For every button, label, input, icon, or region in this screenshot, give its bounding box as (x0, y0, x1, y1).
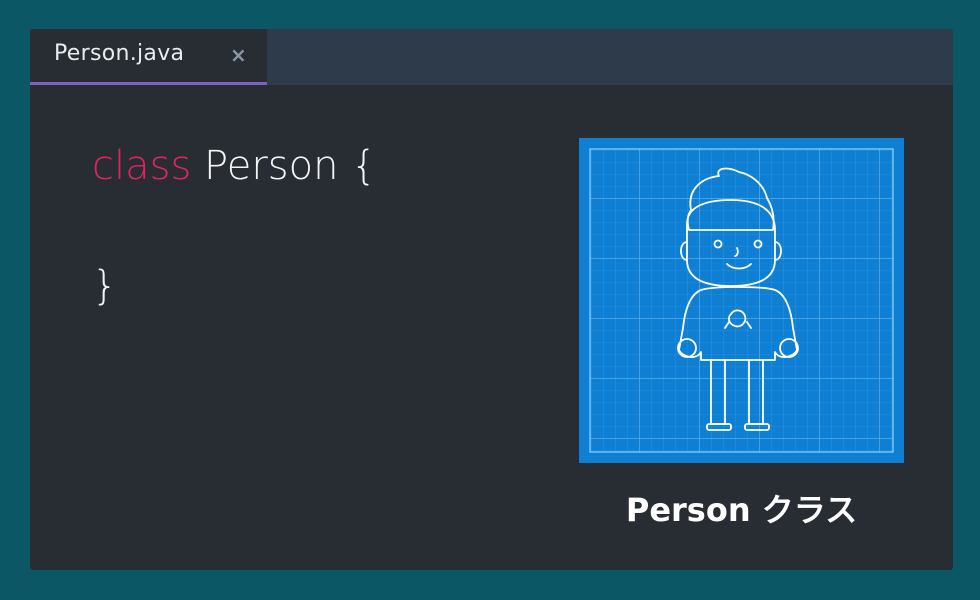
code-class-declaration: Person { (191, 143, 377, 189)
editor-window: Person.java × class Person { } Person クラ… (30, 29, 953, 570)
code-closing-brace: } (92, 263, 118, 309)
tab-label: Person.java (54, 41, 185, 66)
code-keyword: class (92, 143, 192, 189)
code-line-1: class Person { (92, 136, 377, 196)
person-blueprint-icon (579, 138, 904, 463)
code-line-3: } (92, 256, 377, 316)
tab-bar: Person.java × (30, 29, 953, 85)
tab-person-java[interactable]: Person.java × (30, 29, 267, 85)
code-area[interactable]: class Person { } (92, 136, 377, 316)
illustration-caption: Person クラス (625, 491, 858, 529)
close-icon[interactable]: × (230, 43, 247, 67)
